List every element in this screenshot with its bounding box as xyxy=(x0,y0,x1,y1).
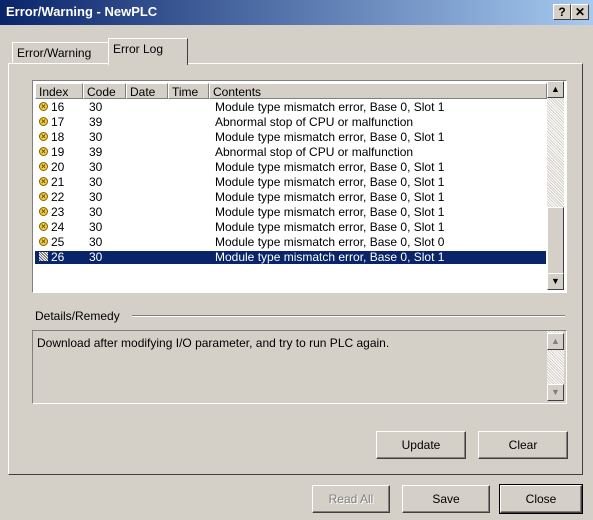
index-cell: 21 xyxy=(51,175,65,189)
contents-cell: Module type mismatch error, Base 0, Slot… xyxy=(215,130,445,144)
index-cell: 23 xyxy=(51,205,65,219)
tab-error-log[interactable]: Error Log xyxy=(108,38,188,65)
error-status-icon: × xyxy=(39,147,48,156)
table-row[interactable]: × 25 30 Module type mismatch error, Base 0,… xyxy=(35,236,546,249)
table-row[interactable]: × 16 30 Module type mismatch error, Base 0,… xyxy=(35,101,546,114)
index-cell: 20 xyxy=(51,160,65,174)
contents-cell: Module type mismatch error, Base 0, Slot… xyxy=(215,235,445,249)
table-row[interactable]: × 20 30 Module type mismatch error, Base 0,… xyxy=(35,161,546,174)
error-status-icon: × xyxy=(39,237,48,246)
index-cell: 17 xyxy=(51,115,65,129)
table-scrollbar[interactable]: ▲ ▼ xyxy=(547,81,564,290)
index-cell: 18 xyxy=(51,130,65,144)
details-scroll-up-button[interactable]: ▲ xyxy=(547,333,564,350)
contents-cell: Module type mismatch error, Base 0, Slot… xyxy=(215,220,445,234)
index-cell: 19 xyxy=(51,145,65,159)
scroll-down-button[interactable]: ▼ xyxy=(547,273,564,290)
code-cell: 30 xyxy=(89,235,103,249)
details-divider xyxy=(132,315,565,317)
column-header-time[interactable]: Time xyxy=(168,83,209,99)
contents-cell: Module type mismatch error, Base 0, Slot… xyxy=(215,190,445,204)
index-cell: 25 xyxy=(51,235,65,249)
error-status-icon: × xyxy=(39,132,48,141)
clear-button[interactable]: Clear xyxy=(478,431,568,459)
contents-cell: Module type mismatch error, Base 0, Slot… xyxy=(215,175,445,189)
index-cell: 26 xyxy=(51,250,65,264)
table-row[interactable]: × 18 30 Module type mismatch error, Base 0,… xyxy=(35,131,546,144)
index-cell: 22 xyxy=(51,190,65,204)
help-button[interactable]: ? xyxy=(553,4,571,20)
code-cell: 30 xyxy=(89,100,103,114)
column-header-code[interactable]: Code xyxy=(83,83,126,99)
table-row[interactable]: × 17 39 Abnormal stop of CPU or malfunction xyxy=(35,116,546,129)
code-cell: 30 xyxy=(89,190,103,204)
error-status-icon: × xyxy=(39,102,48,111)
code-cell: 39 xyxy=(89,145,103,159)
save-button[interactable]: Save xyxy=(402,485,490,513)
code-cell: 30 xyxy=(89,220,103,234)
table-row[interactable]: × 21 30 Module type mismatch error, Base 0,… xyxy=(35,176,546,189)
details-text: Download after modifying I/O parameter, … xyxy=(37,336,390,350)
code-cell: 30 xyxy=(89,205,103,219)
table-row[interactable]: × 23 30 Module type mismatch error, Base 0,… xyxy=(35,206,546,219)
error-status-icon xyxy=(39,252,48,261)
contents-cell: Module type mismatch error, Base 0, Slot… xyxy=(215,160,445,174)
error-status-icon: × xyxy=(39,162,48,171)
contents-cell: Abnormal stop of CPU or malfunction xyxy=(215,145,414,159)
details-remedy-label: Details/Remedy xyxy=(35,309,120,323)
column-header-date[interactable]: Date xyxy=(126,83,168,99)
column-header-contents[interactable]: Contents xyxy=(209,83,547,99)
update-button[interactable]: Update xyxy=(376,431,466,459)
tab-error-warning[interactable]: Error/Warning xyxy=(12,42,114,64)
contents-cell: Module type mismatch error, Base 0, Slot… xyxy=(215,250,445,264)
scroll-thumb[interactable] xyxy=(547,207,564,275)
details-scroll-down-button[interactable]: ▼ xyxy=(547,384,564,401)
error-status-icon: × xyxy=(39,192,48,201)
column-header-index[interactable]: Index xyxy=(35,83,83,99)
details-scrollbar[interactable]: ▲ ▼ xyxy=(547,331,564,401)
close-button[interactable]: Close xyxy=(499,484,583,514)
table-row[interactable]: × 22 30 Module type mismatch error, Base 0,… xyxy=(35,191,546,204)
read-all-button[interactable]: Read All xyxy=(312,485,390,513)
window-title: Error/Warning - NewPLC xyxy=(6,4,158,19)
scroll-up-button[interactable]: ▲ xyxy=(547,81,564,98)
code-cell: 30 xyxy=(89,130,103,144)
error-status-icon: × xyxy=(39,177,48,186)
table-body: × 16 30 Module type mismatch error, Base 0,… xyxy=(33,101,547,290)
error-log-table[interactable]: Index Code Date Time Contents × 16 30 Modul… xyxy=(32,80,567,293)
error-status-icon: × xyxy=(39,222,48,231)
details-remedy-box[interactable]: Download after modifying I/O parameter, … xyxy=(32,330,567,404)
code-cell: 30 xyxy=(89,175,103,189)
code-cell: 30 xyxy=(89,250,103,264)
error-status-icon: × xyxy=(39,117,48,126)
title-bar: Error/Warning - NewPLC ? ✕ xyxy=(0,0,593,25)
table-row[interactable]: 26 30 Module type mismatch error, Base 0, … xyxy=(35,251,546,264)
index-cell: 16 xyxy=(51,100,65,114)
contents-cell: Module type mismatch error, Base 0, Slot… xyxy=(215,100,445,114)
code-cell: 39 xyxy=(89,115,103,129)
code-cell: 30 xyxy=(89,160,103,174)
error-status-icon: × xyxy=(39,207,48,216)
table-row[interactable]: × 19 39 Abnormal stop of CPU or malfunction xyxy=(35,146,546,159)
index-cell: 24 xyxy=(51,220,65,234)
contents-cell: Abnormal stop of CPU or malfunction xyxy=(215,115,414,129)
close-window-button[interactable]: ✕ xyxy=(571,4,589,20)
table-row[interactable]: × 24 30 Module type mismatch error, Base 0,… xyxy=(35,221,546,234)
contents-cell: Module type mismatch error, Base 0, Slot… xyxy=(215,205,445,219)
